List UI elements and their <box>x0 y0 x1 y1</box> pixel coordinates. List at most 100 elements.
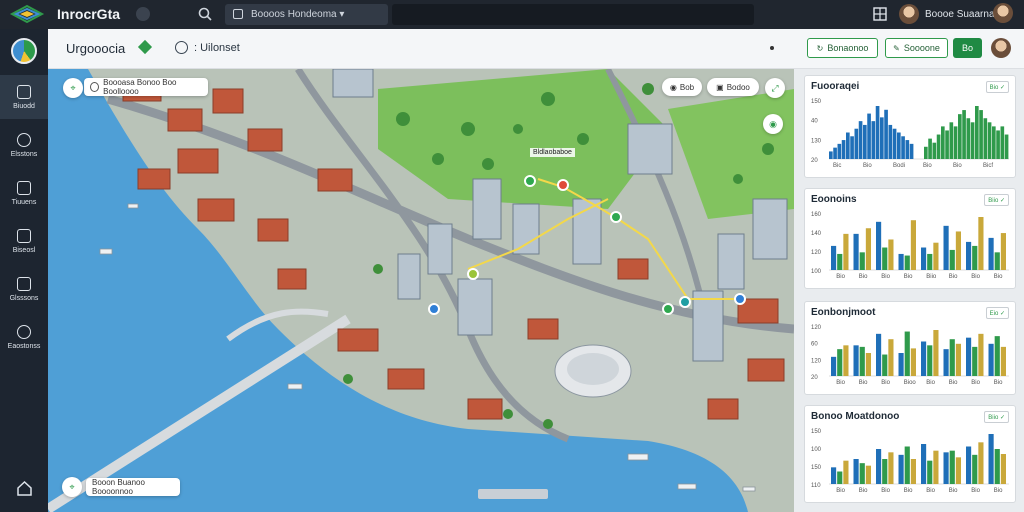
bar <box>978 333 984 376</box>
bar <box>850 136 854 159</box>
bar <box>898 454 904 484</box>
map-marker <box>662 303 674 315</box>
bar <box>978 217 984 270</box>
map-search-chip-text: Boooasa Bonoo Boo Boolloooo <box>103 78 177 96</box>
pin-icon[interactable]: ⌖ <box>63 78 83 98</box>
bar <box>888 339 894 376</box>
bar <box>921 444 927 484</box>
y-tick-label: 120 <box>811 250 822 256</box>
user-name: Boooe Suaarna <box>925 8 995 20</box>
bar <box>955 457 961 484</box>
sidebar-item-label: Glsssons <box>9 294 39 302</box>
filter-icon: ◉ <box>669 82 677 92</box>
settings-icon <box>17 324 31 339</box>
bar <box>941 126 945 159</box>
locate-me-icon[interactable]: ⌖ <box>62 477 82 497</box>
action-button-2-label: Soooone <box>903 43 940 53</box>
primary-button[interactable]: Bo <box>953 38 982 58</box>
bar <box>994 252 1000 270</box>
sidebar-item-3[interactable]: Tiuuens <box>0 171 48 215</box>
chart-4-svg: 150 100 150 110 Bio Bio Bio Bio Bio Bio Bio Bio <box>811 429 1009 494</box>
bar <box>904 255 910 270</box>
bar <box>843 460 849 484</box>
x-tick-label: Bio <box>904 274 913 280</box>
bar <box>972 245 978 270</box>
x-tick-label: Bio <box>836 380 845 386</box>
bar <box>833 147 837 159</box>
x-tick-label: Bio <box>923 163 932 169</box>
bar <box>983 118 988 159</box>
y-tick-label: 20 <box>811 375 818 381</box>
chart-card-4: Bonoo Moatdonoo Biio ✓ 150 100 150 110 Bio Bi… <box>804 405 1016 503</box>
action-button-1[interactable]: ↻ Bonaonoo <box>807 38 878 58</box>
x-tick-label: Bio <box>949 274 958 280</box>
bar <box>858 121 863 159</box>
x-tick-label: Bioo <box>904 380 917 386</box>
search-icon[interactable] <box>198 7 212 21</box>
city-map[interactable]: Boooasa Bonoo Boo Boolloooo ⌖ ◉ Bob ▣ Bo… <box>48 69 794 512</box>
chart-2-svg: 160 140 120 100 Bio Bio Bio Bio Biio Bio Bio Bio <box>811 212 1009 280</box>
bar <box>904 446 910 484</box>
x-tick-label: Bio <box>949 488 958 494</box>
diamond-icon[interactable] <box>137 39 153 55</box>
map-toggle-2[interactable]: ▣ Bodoo <box>707 78 759 96</box>
map-toggle-2-label: Bodoo <box>726 82 750 92</box>
bar <box>949 122 954 159</box>
bar <box>962 110 966 159</box>
map-toggle-1[interactable]: ◉ Bob <box>662 78 702 96</box>
command-bar[interactable] <box>392 4 754 25</box>
shield-icon[interactable] <box>136 7 150 21</box>
bar <box>831 356 837 376</box>
home-bottom-icon[interactable] <box>17 481 32 496</box>
bar <box>853 345 859 376</box>
app-brand: InrocrGta <box>57 6 121 22</box>
bar <box>994 336 1000 376</box>
x-tick-label: Bio <box>971 488 980 494</box>
sidebar-item-1[interactable]: Biuodd <box>0 75 48 119</box>
x-tick-label: Bio <box>863 163 872 169</box>
bar <box>843 233 849 270</box>
y-tick-label: 120 <box>811 325 822 331</box>
layers-small-icon: ▣ <box>716 82 724 92</box>
x-tick-label: Bodi <box>893 163 905 169</box>
bar <box>992 126 996 159</box>
search-input[interactable]: Boooos Hondeoma ▾ <box>225 4 388 25</box>
bar <box>892 128 897 159</box>
bar <box>927 253 933 270</box>
sidebar-item-label: Biuodd <box>13 102 35 110</box>
expand-icon[interactable]: ⤢ <box>765 78 785 98</box>
x-tick-label: Biio <box>926 274 937 280</box>
profile-avatar[interactable] <box>993 3 1013 23</box>
bar <box>853 459 859 484</box>
x-tick-label: Bio <box>953 163 962 169</box>
bar <box>928 138 932 159</box>
stadium-roof <box>567 353 619 385</box>
bar <box>865 465 871 484</box>
y-tick-label: 100 <box>811 269 822 275</box>
bar <box>953 126 958 159</box>
chart-card-3: Eonbonjmoot Eio ✓ 120 60 120 20 Bio Bio Bio Bio… <box>804 301 1016 395</box>
y-tick-label: 150 <box>811 99 822 105</box>
top-bar: InrocrGta Boooos Hondeoma ▾ Boooe Suaarn… <box>0 0 1024 29</box>
user-menu[interactable]: Boooe Suaarna <box>899 3 995 25</box>
sidebar-item-2[interactable]: Elsstons <box>0 123 48 167</box>
action-button-2[interactable]: ✎ Soooone <box>885 38 948 58</box>
bar <box>876 449 882 484</box>
map-search-chip[interactable]: Boooasa Bonoo Boo Boolloooo <box>84 78 208 96</box>
sidebar: Biuodd Elsstons Tiuuens Biseosl Glsssons… <box>0 29 48 512</box>
bar <box>933 330 939 376</box>
sidebar-item-6[interactable]: Eaostonss <box>0 315 48 359</box>
bar <box>996 130 1000 159</box>
y-tick-label: 160 <box>811 212 822 218</box>
status-dot-icon <box>770 46 774 50</box>
collaborator-avatar[interactable] <box>991 38 1011 58</box>
sidebar-item-4[interactable]: Biseosl <box>0 219 48 263</box>
grid-icon[interactable] <box>873 7 887 21</box>
map-bottom-chip[interactable]: Booon Buanoo Boooonnoo <box>86 478 180 496</box>
compass-icon[interactable]: ◉ <box>763 114 783 134</box>
tab-current[interactable]: : Uilonset <box>194 42 240 54</box>
sidebar-item-5[interactable]: Glsssons <box>0 267 48 311</box>
bar <box>905 140 910 159</box>
clock-icon[interactable] <box>175 41 188 54</box>
document-icon <box>17 228 31 243</box>
